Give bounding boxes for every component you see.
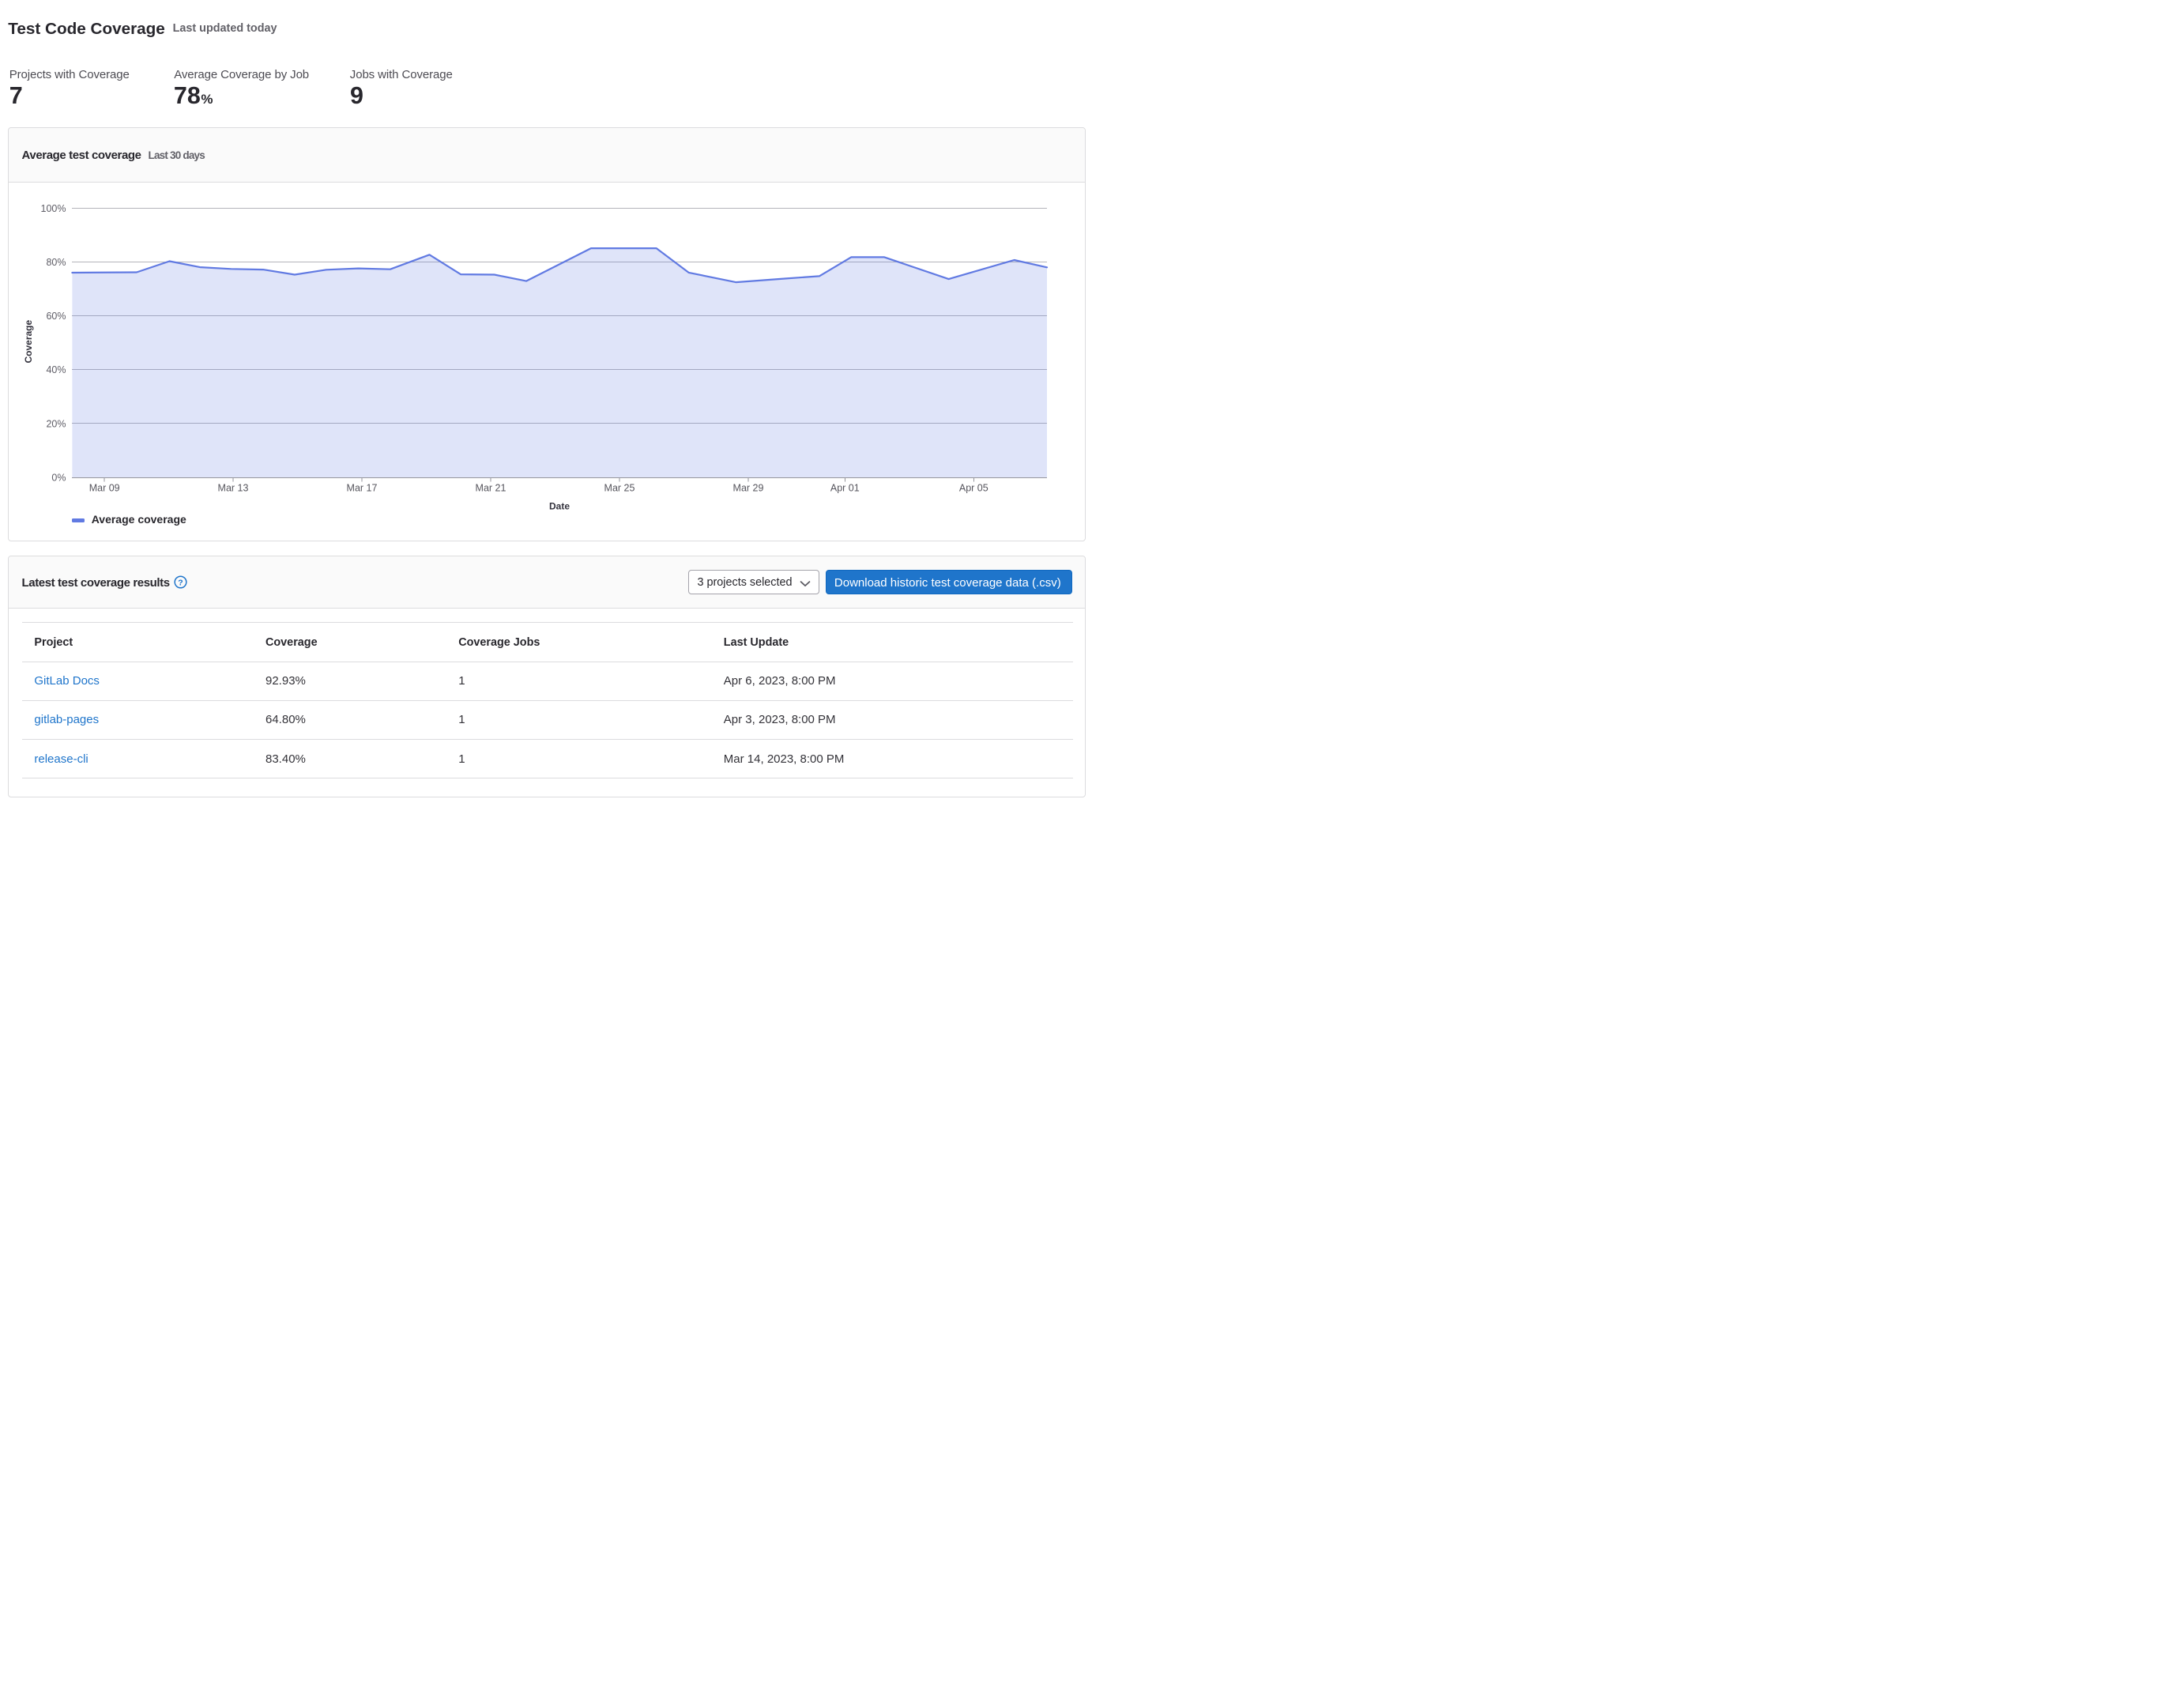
svg-text:Apr 01: Apr 01	[830, 482, 860, 493]
svg-text:?: ?	[178, 579, 183, 588]
svg-text:60%: 60%	[46, 311, 66, 322]
svg-text:Mar 29: Mar 29	[733, 482, 764, 493]
svg-text:Mar 21: Mar 21	[476, 482, 506, 493]
svg-text:0%: 0%	[51, 472, 66, 483]
svg-text:Date: Date	[549, 500, 570, 511]
svg-text:Coverage: Coverage	[23, 319, 34, 363]
svg-text:100%: 100%	[41, 203, 66, 214]
svg-text:Mar 25: Mar 25	[604, 482, 635, 493]
svg-text:Mar 17: Mar 17	[347, 482, 378, 493]
svg-text:Apr 05: Apr 05	[959, 482, 988, 493]
svg-text:40%: 40%	[46, 364, 66, 375]
svg-text:Mar 13: Mar 13	[218, 482, 249, 493]
svg-text:20%: 20%	[46, 418, 66, 429]
svg-text:80%: 80%	[46, 257, 66, 268]
svg-text:Mar 09: Mar 09	[89, 482, 120, 493]
